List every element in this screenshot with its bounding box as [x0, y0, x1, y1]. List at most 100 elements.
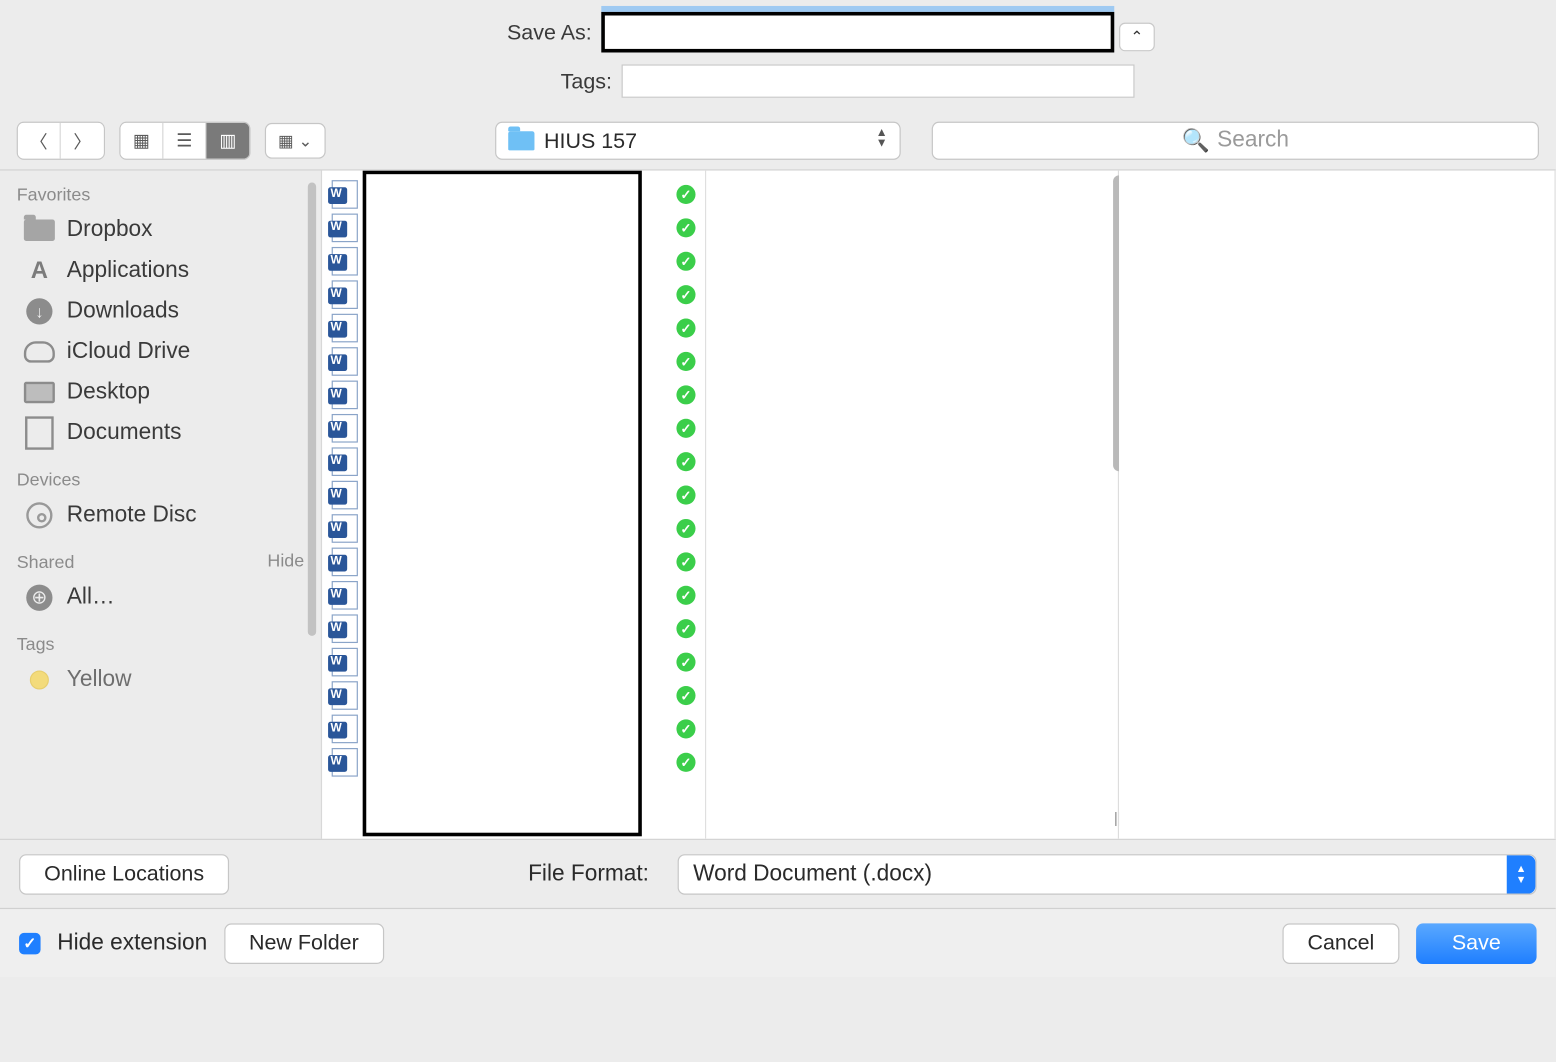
- sync-check-icon: [676, 686, 695, 705]
- list-icon: ☰: [176, 130, 192, 151]
- devices-header: Devices: [0, 463, 321, 495]
- sidebar-item-label: Desktop: [67, 379, 150, 405]
- file-column-1[interactable]: [322, 171, 706, 839]
- word-doc-icon: [332, 681, 358, 710]
- sidebar-item-label: Downloads: [67, 298, 179, 324]
- documents-icon: [27, 419, 51, 448]
- favorites-header: Favorites: [0, 178, 321, 210]
- sidebar-item-downloads[interactable]: ↓ Downloads: [0, 291, 321, 332]
- downloads-icon: ↓: [26, 298, 52, 324]
- view-columns-button[interactable]: ▥: [206, 123, 249, 159]
- word-doc-icon: [332, 481, 358, 510]
- sidebar-item-label: Remote Disc: [67, 502, 197, 528]
- file-column-2[interactable]: ||: [706, 171, 1119, 839]
- sync-check-icon: [676, 419, 695, 438]
- sidebar-item-icloud[interactable]: iCloud Drive: [0, 332, 321, 373]
- sidebar-item-all-shared[interactable]: ⊕ All…: [0, 577, 321, 618]
- chevron-up-icon: ⌃: [1130, 27, 1143, 46]
- file-browser: Favorites Dropbox A Applications ↓ Downl…: [0, 171, 1556, 839]
- hide-extension-checkbox[interactable]: ✓: [19, 932, 40, 953]
- nav-back-forward: 〈 〉: [17, 122, 105, 160]
- sync-check-icon: [676, 753, 695, 772]
- sidebar-item-label: All…: [67, 585, 115, 611]
- sidebar-item-label: Dropbox: [67, 217, 153, 243]
- file-column-3[interactable]: [1119, 171, 1556, 839]
- save-button[interactable]: Save: [1416, 923, 1537, 964]
- sidebar-item-documents[interactable]: Documents: [0, 413, 321, 454]
- sync-check-icon: [676, 486, 695, 505]
- sidebar-scrollbar[interactable]: [308, 183, 316, 636]
- online-locations-button[interactable]: Online Locations: [19, 854, 229, 895]
- group-sort-button[interactable]: ▦ ⌄: [265, 123, 326, 159]
- word-doc-icon: [332, 715, 358, 744]
- sidebar-item-label: Documents: [67, 420, 182, 446]
- search-input[interactable]: 🔍 Search: [932, 122, 1539, 160]
- sync-check-icon: [676, 385, 695, 404]
- desktop-icon: [24, 382, 55, 403]
- sidebar-item-desktop[interactable]: Desktop: [0, 372, 321, 413]
- sync-check-icon: [676, 218, 695, 237]
- sync-check-icon: [676, 319, 695, 338]
- save-as-label: Save As:: [401, 20, 592, 45]
- chevron-right-icon: 〉: [73, 128, 91, 153]
- shared-hide-button[interactable]: Hide: [267, 551, 304, 571]
- tags-input[interactable]: [622, 64, 1135, 97]
- sidebar-tag-yellow[interactable]: Yellow: [0, 660, 321, 701]
- shared-header: Shared: [0, 545, 267, 577]
- word-doc-icon: [332, 748, 358, 777]
- top-fields: Save As: ⌃ Tags:: [0, 0, 1556, 115]
- view-list-button[interactable]: ☰: [163, 123, 206, 159]
- current-folder-popup[interactable]: HIUS 157 ▲▼: [495, 122, 901, 160]
- grid-small-icon: ▦: [278, 131, 294, 151]
- tags-label: Tags:: [421, 69, 612, 94]
- sync-check-icon: [676, 185, 695, 204]
- sync-check-icon: [676, 619, 695, 638]
- save-as-input[interactable]: [601, 12, 1114, 53]
- word-doc-icon: [332, 314, 358, 343]
- format-bar: Online Locations File Format: Word Docum…: [0, 839, 1556, 908]
- tag-dot-icon: [30, 670, 49, 689]
- sync-check-icon: [676, 586, 695, 605]
- select-arrows-icon: ▲▼: [1507, 855, 1536, 893]
- word-doc-icon: [332, 180, 358, 209]
- word-doc-icon: [332, 514, 358, 543]
- sync-check-icon: [676, 352, 695, 371]
- sync-check-icon: [676, 719, 695, 738]
- forward-button[interactable]: 〉: [61, 123, 104, 159]
- grid-icon: ▦: [133, 130, 150, 151]
- chevron-left-icon: 〈: [30, 128, 48, 153]
- disc-icon: [26, 502, 52, 528]
- cancel-button[interactable]: Cancel: [1282, 923, 1399, 964]
- columns-icon: ▥: [219, 130, 236, 151]
- folder-icon: [508, 131, 534, 150]
- sync-check-icon: [676, 452, 695, 471]
- network-icon: ⊕: [26, 585, 52, 611]
- save-as-row: Save As: ⌃: [401, 12, 1155, 53]
- sidebar-item-label: iCloud Drive: [67, 339, 190, 365]
- toolbar: 〈 〉 ▦ ☰ ▥ ▦ ⌄ HIUS 157 ▲▼ 🔍 Search: [0, 115, 1556, 171]
- chevron-down-icon: ⌄: [299, 131, 313, 151]
- column-view: ||: [322, 171, 1556, 839]
- bottom-bar: ✓ Hide extension New Folder Cancel Save: [0, 908, 1556, 977]
- back-button[interactable]: 〈: [18, 123, 61, 159]
- word-doc-icon: [332, 581, 358, 610]
- tags-header: Tags: [0, 628, 321, 660]
- file-format-value: Word Document (.docx): [693, 861, 932, 887]
- sync-check-icon: [676, 653, 695, 672]
- search-icon: 🔍: [1182, 126, 1210, 155]
- new-folder-button[interactable]: New Folder: [224, 923, 384, 964]
- sidebar-item-remote-disc[interactable]: Remote Disc: [0, 495, 321, 536]
- sync-check-icon: [676, 519, 695, 538]
- expand-collapse-button[interactable]: ⌃: [1119, 23, 1155, 52]
- updown-arrows-icon: ▲▼: [876, 128, 888, 149]
- applications-icon: A: [26, 258, 52, 284]
- sidebar-item-dropbox[interactable]: Dropbox: [0, 210, 321, 251]
- sidebar-item-label: Applications: [67, 258, 189, 284]
- sync-check-icon: [676, 252, 695, 271]
- sync-check-icon: [676, 552, 695, 571]
- hide-extension-label: Hide extension: [57, 930, 207, 956]
- word-doc-icon: [332, 280, 358, 309]
- sidebar-item-applications[interactable]: A Applications: [0, 251, 321, 292]
- view-icons-button[interactable]: ▦: [120, 123, 163, 159]
- file-format-select[interactable]: Word Document (.docx) ▲▼: [678, 854, 1537, 895]
